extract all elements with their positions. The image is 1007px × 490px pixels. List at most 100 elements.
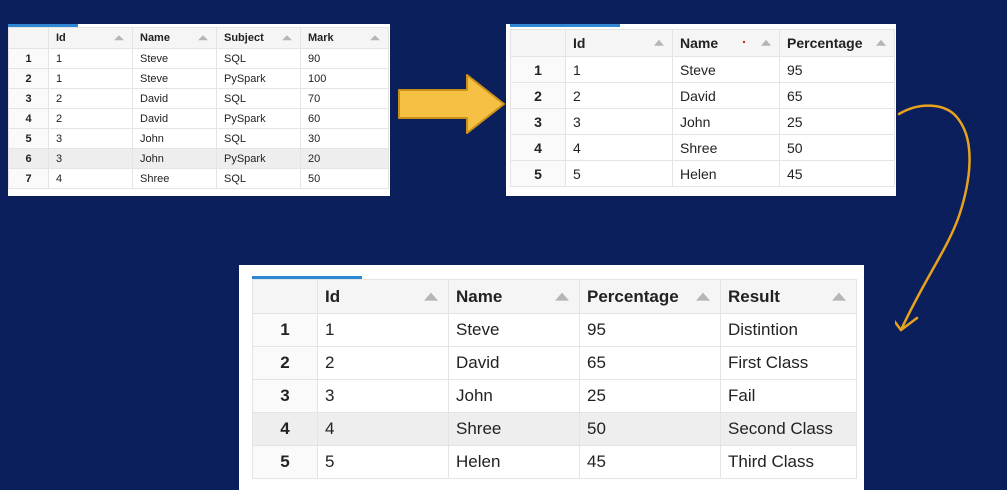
cell-id: 1 — [317, 313, 449, 347]
sort-icon[interactable] — [424, 292, 438, 301]
cell-subject: SQL — [216, 88, 301, 109]
row-number: 3 — [8, 88, 49, 109]
cell-percentage: 65 — [579, 346, 721, 380]
cell-id: 2 — [48, 108, 133, 129]
table-row[interactable]: 3 3 John 25 — [510, 108, 895, 135]
cell-result: Fail — [720, 379, 857, 413]
cell-id: 3 — [48, 128, 133, 149]
cell-percentage: 25 — [579, 379, 721, 413]
sort-icon[interactable] — [198, 35, 208, 41]
table-row[interactable]: 6 3 John PySpark 20 — [8, 148, 389, 169]
column-header-percentage[interactable]: Percentage — [779, 29, 895, 57]
cell-subject: PySpark — [216, 148, 301, 169]
cell-id: 5 — [317, 445, 449, 479]
column-header-name[interactable]: Name — [132, 27, 217, 49]
cell-name: David — [132, 88, 217, 109]
cell-id: 2 — [48, 88, 133, 109]
table-row[interactable]: 3 2 David SQL 70 — [8, 88, 389, 109]
cell-subject: PySpark — [216, 108, 301, 129]
column-header-mark[interactable]: Mark — [300, 27, 389, 49]
sort-icon[interactable] — [876, 39, 886, 46]
cell-name: Helen — [448, 445, 580, 479]
table-row[interactable]: 3 3 John 25 Fail — [252, 379, 857, 413]
cell-percentage: 50 — [579, 412, 721, 446]
column-header-result[interactable]: Result — [720, 279, 857, 314]
row-number: 4 — [510, 134, 566, 161]
cell-id: 2 — [317, 346, 449, 380]
table-row[interactable]: 1 1 Steve 95 — [510, 56, 895, 83]
row-number-header — [510, 29, 566, 57]
table-row[interactable]: 5 5 Helen 45 Third Class — [252, 445, 857, 479]
cell-name: John — [132, 148, 217, 169]
sort-icon[interactable] — [761, 39, 771, 46]
cell-percentage: 50 — [779, 134, 895, 161]
sort-icon[interactable] — [114, 35, 124, 41]
column-header-name[interactable]: Name — [448, 279, 580, 314]
table-row[interactable]: 5 3 John SQL 30 — [8, 128, 389, 149]
cell-subject: PySpark — [216, 68, 301, 89]
cell-id: 1 — [48, 48, 133, 69]
sort-icon[interactable] — [832, 292, 846, 301]
cell-mark: 20 — [300, 148, 389, 169]
sort-icon[interactable] — [282, 35, 292, 41]
cell-name: Steve — [672, 56, 780, 83]
cell-name: David — [672, 82, 780, 109]
percentage-table-panel: Id Name Percentage 1 1 Steve 95 2 2 David 65 3… — [506, 24, 896, 196]
table-row[interactable]: 4 2 David PySpark 60 — [8, 108, 389, 129]
result-table-panel: Id Name Percentage Result 1 1 Steve 95 Disti… — [239, 265, 864, 490]
row-number-header — [252, 279, 318, 314]
cell-mark: 30 — [300, 128, 389, 149]
table-row[interactable]: 2 2 David 65 First Class — [252, 346, 857, 380]
cell-id: 4 — [565, 134, 673, 161]
cell-name: Helen — [672, 160, 780, 187]
cell-result: Second Class — [720, 412, 857, 446]
row-number: 3 — [510, 108, 566, 135]
cell-id: 1 — [48, 68, 133, 89]
cell-id: 3 — [48, 148, 133, 169]
cell-mark: 60 — [300, 108, 389, 129]
table-row[interactable]: 4 4 Shree 50 Second Class — [252, 412, 857, 446]
sort-icon[interactable] — [370, 35, 380, 41]
table-row[interactable]: 5 5 Helen 45 — [510, 160, 895, 187]
column-header-name[interactable]: Name — [672, 29, 780, 57]
column-header-id[interactable]: Id — [48, 27, 133, 49]
sort-icon[interactable] — [555, 292, 569, 301]
table-row[interactable]: 2 2 David 65 — [510, 82, 895, 109]
column-header-id[interactable]: Id — [565, 29, 673, 57]
table-row[interactable]: 7 4 Shree SQL 50 — [8, 168, 389, 189]
table-row[interactable]: 2 1 Steve PySpark 100 — [8, 68, 389, 89]
row-number: 2 — [252, 346, 318, 380]
row-number: 2 — [510, 82, 566, 109]
cell-id: 1 — [565, 56, 673, 83]
sort-icon[interactable] — [654, 39, 664, 46]
cell-id: 3 — [317, 379, 449, 413]
cell-name: Steve — [132, 48, 217, 69]
table-row[interactable]: 4 4 Shree 50 — [510, 134, 895, 161]
cell-id: 3 — [565, 108, 673, 135]
cell-mark: 70 — [300, 88, 389, 109]
cell-mark: 90 — [300, 48, 389, 69]
row-number: 6 — [8, 148, 49, 169]
cell-id: 4 — [48, 168, 133, 189]
cell-subject: SQL — [216, 128, 301, 149]
cell-name: Shree — [672, 134, 780, 161]
column-header-id[interactable]: Id — [317, 279, 449, 314]
cell-mark: 50 — [300, 168, 389, 189]
column-header-percentage[interactable]: Percentage — [579, 279, 721, 314]
cell-subject: SQL — [216, 48, 301, 69]
column-header-subject[interactable]: Subject — [216, 27, 301, 49]
row-number: 1 — [252, 313, 318, 347]
result-table: Id Name Percentage Result 1 1 Steve 95 Disti… — [252, 279, 857, 479]
cell-id: 4 — [317, 412, 449, 446]
cell-mark: 100 — [300, 68, 389, 89]
cell-name: John — [448, 379, 580, 413]
row-number: 5 — [510, 160, 566, 187]
table-row[interactable]: 1 1 Steve SQL 90 — [8, 48, 389, 69]
row-number: 5 — [252, 445, 318, 479]
sort-icon[interactable] — [696, 292, 710, 301]
table-row[interactable]: 1 1 Steve 95 Distintion — [252, 313, 857, 347]
cell-id: 2 — [565, 82, 673, 109]
source-table-panel: Id Name Subject Mark 1 1 Steve SQL 90 2 1 Stev… — [8, 24, 390, 196]
red-dot — [743, 41, 745, 43]
cell-name: David — [448, 346, 580, 380]
